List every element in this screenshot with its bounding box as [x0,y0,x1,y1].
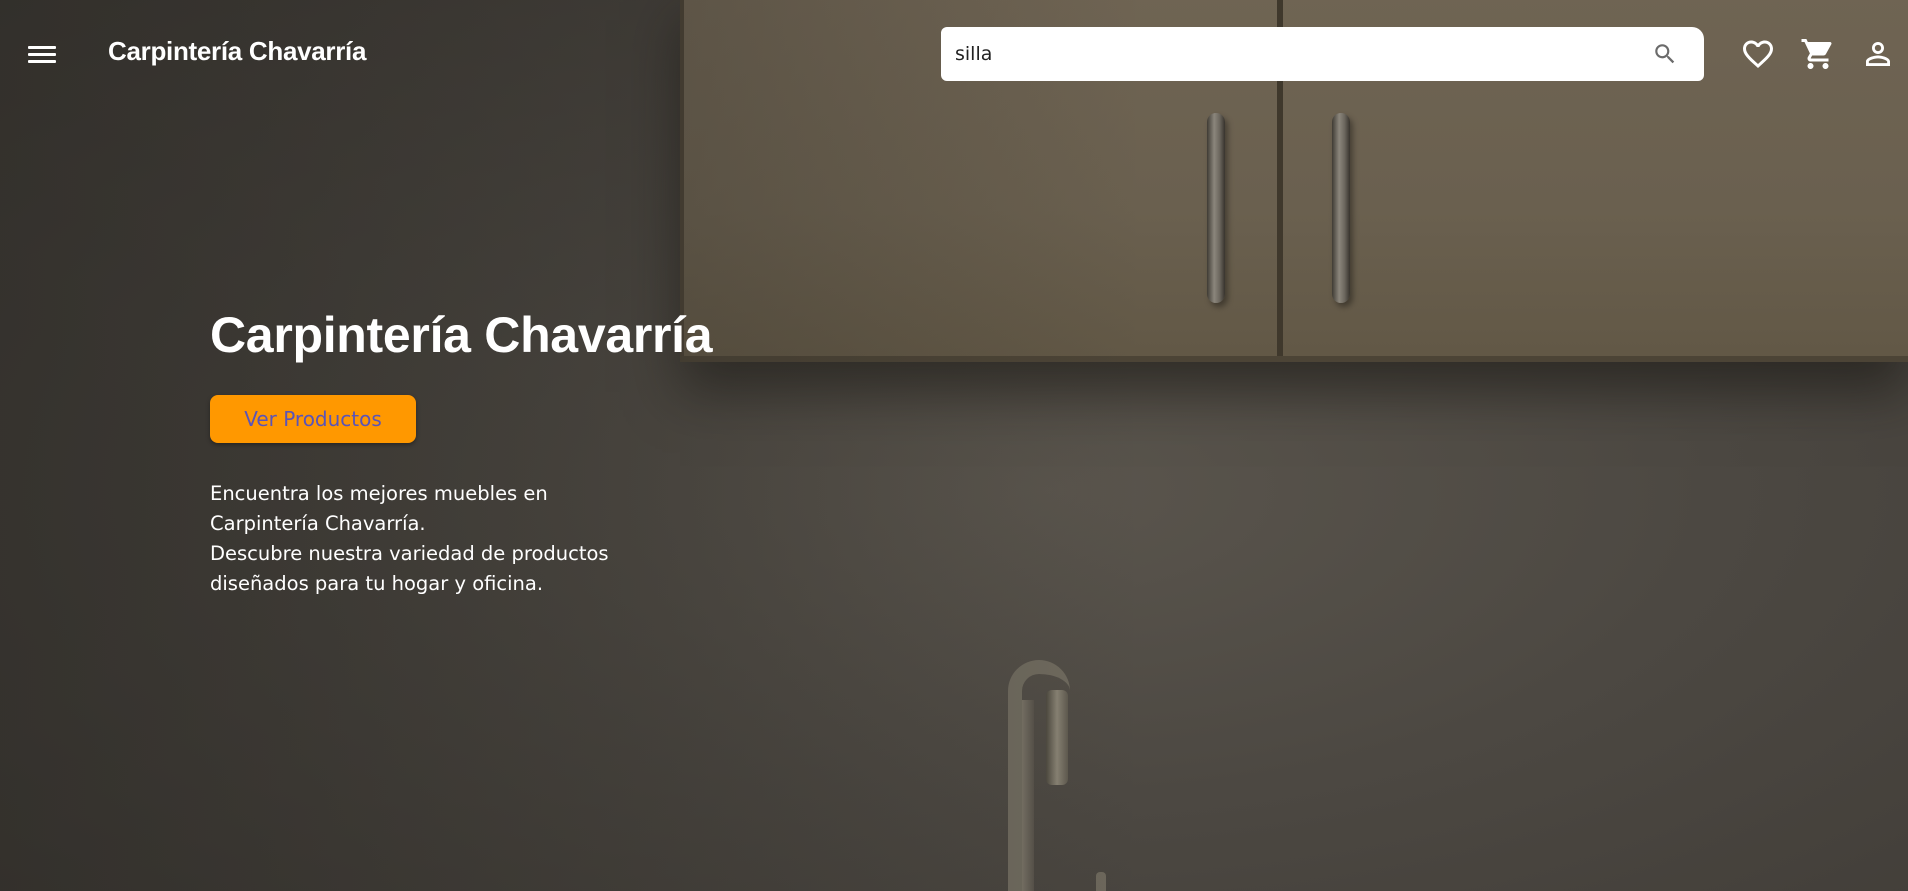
hero-description-line: Carpintería Chavarría. [210,512,426,535]
cart-icon[interactable] [1800,36,1836,72]
search-bar [941,27,1704,81]
search-input[interactable] [953,27,1633,81]
top-app-bar: Carpintería Chavarría [0,0,1908,108]
heart-icon[interactable] [1740,36,1776,72]
hero-description: Encuentra los mejores muebles en Carpint… [210,479,670,599]
hero-background-image [0,0,1908,891]
view-products-button[interactable]: Ver Productos [210,395,416,443]
hero-title: Carpintería Chavarría [210,307,713,363]
background-shade [0,0,1908,891]
search-icon[interactable] [1652,41,1678,67]
hero-description-line: Descubre nuestra variedad de productos [210,542,609,565]
brand-title[interactable]: Carpintería Chavarría [108,36,366,67]
hero-description-line: diseñados para tu hogar y oficina. [210,572,544,595]
user-icon[interactable] [1860,36,1896,72]
menu-icon[interactable] [22,38,62,70]
hero-description-line: Encuentra los mejores muebles en [210,482,548,505]
